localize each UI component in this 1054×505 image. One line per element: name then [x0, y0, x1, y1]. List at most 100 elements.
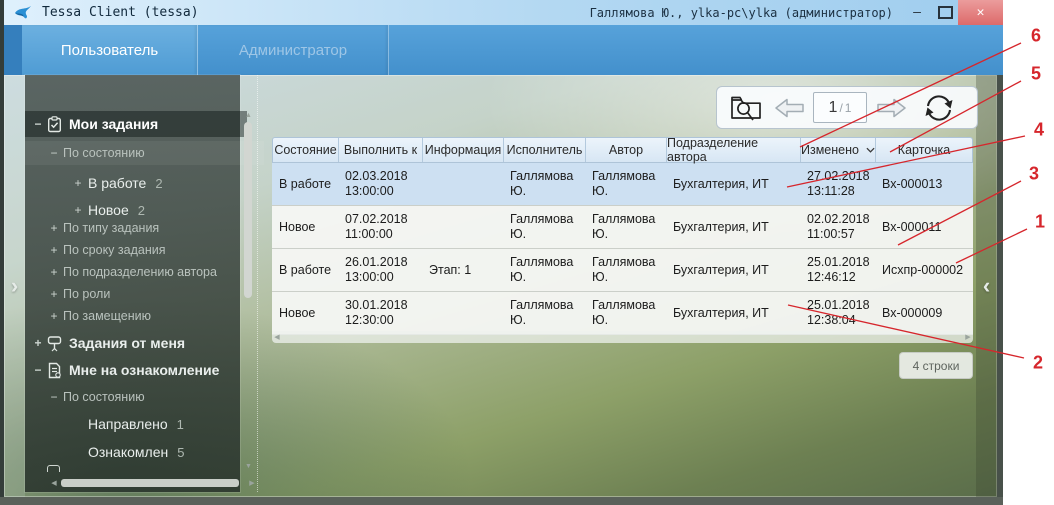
- tree-item-by-role[interactable]: + По роли: [25, 283, 264, 305]
- tree-item-label: Ознакомлен: [88, 444, 168, 460]
- cell-department: Бухгалтерия, ИТ: [666, 206, 800, 248]
- minimize-button[interactable]: —: [904, 0, 930, 25]
- expand-expander-icon[interactable]: +: [49, 221, 59, 235]
- tab-user[interactable]: Пользователь: [22, 25, 198, 75]
- cell-department: Бухгалтерия, ИТ: [666, 163, 800, 205]
- main-tab-bar: Пользователь Администратор: [4, 25, 1003, 75]
- tree-item-label: По типу задания: [63, 221, 159, 235]
- column-header-performer[interactable]: Исполнитель: [504, 138, 586, 162]
- previous-page-button[interactable]: [771, 97, 807, 119]
- cell-due: 07.02.201811:00:00: [338, 206, 422, 248]
- search-in-view-button[interactable]: [727, 93, 765, 122]
- expand-expander-icon[interactable]: +: [49, 309, 59, 323]
- time: 13:11:28: [807, 184, 875, 199]
- time: 13:00:00: [345, 270, 422, 285]
- time: 12:46:12: [807, 270, 875, 285]
- cell-info: [422, 292, 503, 334]
- app-window: Tessa Client (tessa) Галлямова Ю., ylka-…: [0, 0, 1003, 497]
- collapse-expander-icon[interactable]: −: [49, 390, 59, 404]
- annotation-number-2: 2: [1033, 353, 1043, 374]
- cell-card: Вх-000009: [875, 292, 971, 334]
- sidebar-vertical-scrollbar[interactable]: ▲ ▼: [244, 112, 253, 470]
- collapse-right-panel-button[interactable]: ‹: [976, 75, 997, 497]
- collapse-left-panel-button[interactable]: ›: [4, 75, 25, 497]
- scroll-left-icon[interactable]: ◀: [272, 333, 282, 341]
- tree-item-count: 2: [138, 203, 145, 218]
- tree-item-by-state[interactable]: − По состоянию: [25, 141, 264, 165]
- tree-item-by-task-type[interactable]: + По типу задания: [25, 217, 264, 239]
- next-page-button[interactable]: [873, 97, 909, 119]
- cell-author: Галлямова Ю.: [585, 292, 666, 334]
- cell-due: 26.01.201813:00:00: [338, 249, 422, 291]
- tree-item-by-author-department[interactable]: + По подразделению автора: [25, 261, 264, 283]
- sidebar-horizontal-scrollbar[interactable]: ◀ ▶: [49, 478, 257, 488]
- cell-state: Новое: [272, 206, 338, 248]
- expand-expander-icon[interactable]: +: [72, 176, 84, 190]
- collapse-expander-icon[interactable]: −: [32, 363, 44, 377]
- table-row[interactable]: В работе 02.03.201813:00:00 Галлямова Ю.…: [272, 163, 973, 206]
- expand-expander-icon[interactable]: +: [49, 243, 59, 257]
- cell-card: Вх-000011: [875, 206, 971, 248]
- cell-performer: Галлямова Ю.: [503, 249, 585, 291]
- tree-item-by-substitution[interactable]: + По замещению: [25, 305, 264, 327]
- tree-item-my-tasks[interactable]: − Мои задания: [25, 111, 247, 137]
- close-button[interactable]: ✕: [958, 0, 1003, 25]
- table-row[interactable]: В работе 26.01.201813:00:00 Этап: 1 Галл…: [272, 249, 973, 292]
- table-row[interactable]: Новое 30.01.201812:30:00 Галлямова Ю. Га…: [272, 292, 973, 335]
- view-toolbar: 1/1: [716, 86, 978, 129]
- column-header-card[interactable]: Карточка: [876, 138, 972, 162]
- scrollbar-thumb[interactable]: [244, 122, 252, 298]
- column-header-due[interactable]: Выполнить к: [339, 138, 423, 162]
- expand-expander-icon[interactable]: +: [49, 265, 59, 279]
- expand-expander-icon[interactable]: +: [49, 287, 59, 301]
- time: 13:00:00: [345, 184, 422, 199]
- row-count-badge: 4 строки: [899, 352, 973, 379]
- window-bottom-border: [0, 497, 1003, 505]
- column-header-info[interactable]: Информация: [423, 138, 504, 162]
- annotation-number-1: 1: [1035, 212, 1045, 233]
- tree-item-label: По состоянию: [63, 390, 145, 404]
- tree-item-tasks-from-me[interactable]: + Задания от меня: [25, 330, 247, 356]
- refresh-button[interactable]: [921, 93, 957, 123]
- table-row[interactable]: Новое 07.02.201811:00:00 Галлямова Ю. Га…: [272, 206, 973, 249]
- chevron-left-icon: ‹: [983, 273, 990, 299]
- cell-modified: 27.02.201813:11:28: [800, 163, 875, 205]
- expand-expander-icon[interactable]: +: [72, 203, 84, 217]
- page-separator: /: [839, 101, 842, 115]
- scroll-right-icon[interactable]: ▶: [247, 479, 257, 487]
- maximize-button[interactable]: [932, 0, 958, 25]
- tree-item-partial: [47, 465, 60, 472]
- page-indicator[interactable]: 1/1: [813, 92, 867, 123]
- scroll-right-icon[interactable]: ▶: [963, 333, 973, 341]
- tree-item-by-task-due[interactable]: + По сроку задания: [25, 239, 264, 261]
- tab-administrator[interactable]: Администратор: [198, 25, 389, 75]
- column-header-author-department[interactable]: Подразделение автора: [667, 138, 801, 162]
- cell-department: Бухгалтерия, ИТ: [666, 249, 800, 291]
- cell-card: Исхпр-000002: [875, 249, 971, 291]
- scroll-left-icon[interactable]: ◀: [49, 479, 59, 487]
- column-header-state[interactable]: Состояние: [273, 138, 339, 162]
- annotation-number-6: 6: [1031, 26, 1041, 47]
- scroll-up-icon[interactable]: ▲: [244, 112, 253, 119]
- column-header-modified[interactable]: Изменено: [801, 138, 876, 162]
- scroll-down-icon[interactable]: ▼: [244, 463, 253, 470]
- scrollbar-thumb[interactable]: [61, 479, 239, 487]
- column-header-author[interactable]: Автор: [586, 138, 667, 162]
- tree-item-for-my-review[interactable]: − Мне на ознакомление: [25, 357, 247, 383]
- tree-item-label: Мои задания: [69, 116, 158, 132]
- collapse-expander-icon[interactable]: −: [49, 146, 59, 160]
- logged-in-user: Галлямова Ю., ylka-pc\ylka (администрато…: [590, 6, 893, 20]
- date: 27.02.2018: [807, 169, 875, 184]
- tree-item-by-state-review[interactable]: − По состоянию: [25, 386, 264, 408]
- column-header-label: Изменено: [801, 143, 859, 157]
- collapse-expander-icon[interactable]: −: [32, 117, 44, 131]
- panel-splitter[interactable]: [257, 75, 258, 492]
- cell-author: Галлямова Ю.: [585, 249, 666, 291]
- refresh-icon: [923, 93, 955, 123]
- table-horizontal-scrollbar[interactable]: ◀ ▶: [272, 331, 973, 343]
- tessa-logo-icon: [14, 5, 33, 20]
- time: 11:00:00: [345, 227, 422, 242]
- chevron-right-icon: ›: [11, 273, 18, 299]
- cell-modified: 25.01.201812:46:12: [800, 249, 875, 291]
- expand-expander-icon[interactable]: +: [32, 336, 44, 350]
